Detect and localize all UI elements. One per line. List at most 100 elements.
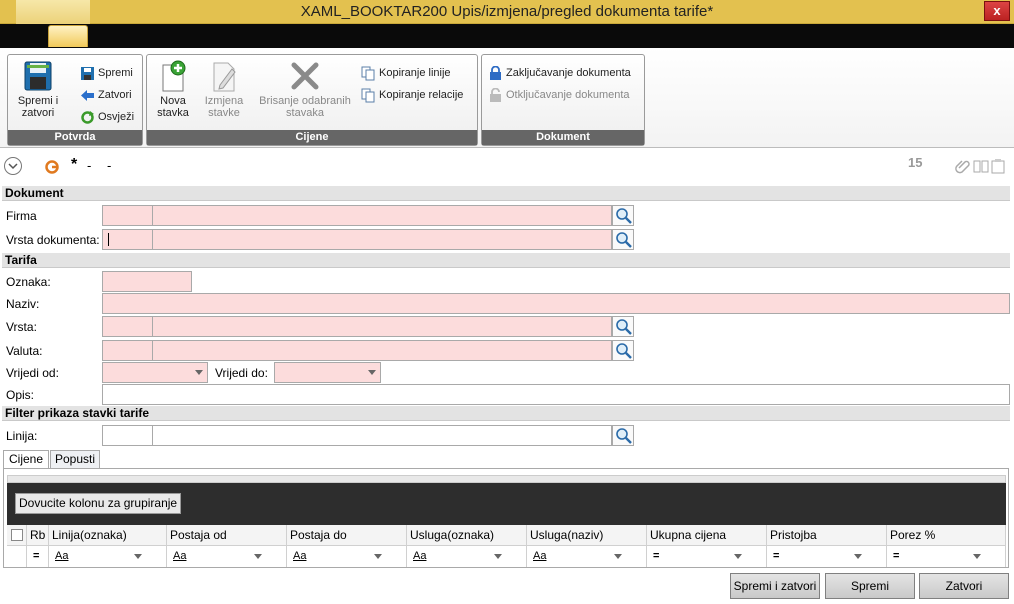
filter-porez[interactable]: =: [887, 546, 1006, 567]
vrsta-search-button[interactable]: [612, 316, 634, 337]
filter-operator: Aa: [533, 550, 547, 562]
save-close-ribbon-button[interactable]: Spremi i zatvori: [12, 59, 64, 119]
chevron-down-icon: [134, 554, 142, 559]
valuta-name-input[interactable]: [152, 340, 612, 361]
group-label-cijene: Cijene: [147, 130, 477, 145]
column-header-postaja-od[interactable]: Postaja od: [167, 525, 287, 546]
save-ribbon-button[interactable]: Spremi: [80, 65, 133, 83]
magnifier-icon: [616, 232, 632, 248]
vrsta-dokumenta-name-input[interactable]: [152, 229, 612, 250]
chevron-down-icon: [368, 370, 376, 375]
modified-star: *: [71, 156, 78, 173]
magnifier-icon: [616, 208, 632, 224]
chevron-down-icon: [973, 554, 981, 559]
refresh-icon: [80, 110, 95, 125]
ribbon-group-cijene: Nova stavka Izmjena stavke Brisanje odab…: [146, 54, 478, 146]
column-header-linija[interactable]: Linija(oznaka): [49, 525, 167, 546]
title-bar: XAML_BOOKTAR200 Upis/izmjena/pregled dok…: [0, 0, 1014, 24]
vrijedi-do-datepicker[interactable]: [274, 362, 381, 383]
lock-document-button[interactable]: Zaključavanje dokumenta: [488, 65, 631, 83]
linija-search-button[interactable]: [612, 425, 634, 446]
naziv-input[interactable]: [102, 293, 1010, 314]
grid-toolbar: [7, 475, 1006, 483]
vrijedi-od-datepicker[interactable]: [102, 362, 208, 383]
close-ribbon-button[interactable]: Zatvori: [80, 87, 132, 105]
footer-save-close-button[interactable]: Spremi i zatvori: [730, 573, 820, 599]
record-count: 15: [908, 155, 923, 170]
copy-icon: [361, 66, 376, 81]
status-dash-1: -: [87, 158, 92, 173]
filter-operator: =: [893, 550, 900, 562]
floppy-disk-icon: [22, 59, 54, 93]
vrsta-name-input[interactable]: [152, 316, 612, 337]
copy-line-button[interactable]: Kopiranje linije: [361, 65, 451, 83]
unlock-document-label: Otključavanje dokumenta: [506, 89, 630, 101]
refresh-ribbon-button[interactable]: Osvježi: [80, 109, 134, 127]
paperclip-icon[interactable]: [955, 158, 971, 174]
filter-usluga-oznaka[interactable]: Aa: [407, 546, 527, 567]
column-header-rb[interactable]: Rb: [27, 525, 49, 546]
history-refresh-icon[interactable]: [44, 159, 60, 175]
book-icon[interactable]: [973, 159, 989, 173]
collapse-chevron-icon[interactable]: [4, 157, 22, 175]
lock-document-label: Zaključavanje dokumenta: [506, 67, 631, 79]
clipboard-icon[interactable]: [991, 158, 1005, 174]
ribbon-group-dokument: Zaključavanje dokumenta Otključavanje do…: [481, 54, 645, 146]
vrsta-code-input[interactable]: [102, 316, 153, 337]
unlock-document-button[interactable]: Otključavanje dokumenta: [488, 87, 630, 105]
filter-ukupna-cijena[interactable]: =: [647, 546, 767, 567]
new-item-button[interactable]: Nova stavka: [151, 59, 195, 119]
group-drop-hint[interactable]: Dovucite kolonu za grupiranje: [15, 493, 182, 514]
oznaka-input[interactable]: [102, 271, 192, 292]
column-header-usluga-naziv[interactable]: Usluga(naziv): [527, 525, 647, 546]
filter-operator: =: [773, 550, 780, 562]
column-header-ukupna-cijena[interactable]: Ukupna cijena: [647, 525, 767, 546]
copy-line-label: Kopiranje linije: [379, 67, 451, 79]
new-document-icon: [157, 59, 189, 93]
chevron-down-icon: [494, 554, 502, 559]
prices-grid: Dovucite kolonu za grupiranje Rb Linija(…: [3, 468, 1009, 568]
chevron-down-icon: [374, 554, 382, 559]
select-all-checkbox[interactable]: [11, 529, 23, 541]
filter-postaja-do[interactable]: Aa: [287, 546, 407, 567]
edit-item-button[interactable]: Izmjena stavke: [199, 59, 249, 119]
delete-items-label: Brisanje odabranih stavaka: [259, 95, 351, 119]
refresh-label: Osvježi: [98, 111, 135, 123]
copy-relation-button[interactable]: Kopiranje relacije: [361, 87, 463, 105]
firma-code-input[interactable]: [102, 205, 153, 226]
footer-close-button[interactable]: Zatvori: [919, 573, 1009, 599]
chevron-down-icon: [854, 554, 862, 559]
linija-name-input[interactable]: [152, 425, 612, 446]
valuta-search-button[interactable]: [612, 340, 634, 361]
filter-row-spacer: [7, 546, 27, 567]
delete-items-button[interactable]: Brisanje odabranih stavaka: [253, 59, 357, 119]
arrow-left-icon: [80, 88, 95, 103]
vrsta-dokumenta-code-input[interactable]: [102, 229, 153, 250]
firma-search-button[interactable]: [612, 205, 634, 226]
save-icon: [80, 66, 95, 81]
ribbon-home-tab[interactable]: [48, 25, 88, 47]
tab-popusti[interactable]: Popusti: [50, 450, 100, 469]
vrsta-dokumenta-search-button[interactable]: [612, 229, 634, 250]
group-label-potvrda: Potvrda: [8, 130, 142, 145]
save-close-label: Spremi i zatvori: [17, 95, 59, 119]
window-close-button[interactable]: x: [984, 1, 1010, 21]
filter-rb[interactable]: =: [27, 546, 49, 567]
footer-save-button[interactable]: Spremi: [825, 573, 915, 599]
opis-input[interactable]: [102, 384, 1010, 405]
filter-postaja-od[interactable]: Aa: [167, 546, 287, 567]
chevron-down-icon: [195, 370, 203, 375]
column-header-usluga-oznaka[interactable]: Usluga(oznaka): [407, 525, 527, 546]
column-header-porez[interactable]: Porez %: [887, 525, 1006, 546]
copy-relation-label: Kopiranje relacije: [379, 89, 464, 101]
linija-code-input[interactable]: [102, 425, 153, 446]
valuta-code-input[interactable]: [102, 340, 153, 361]
window-title: XAML_BOOKTAR200 Upis/izmjena/pregled dok…: [300, 3, 714, 20]
firma-name-input[interactable]: [152, 205, 612, 226]
column-header-pristojba[interactable]: Pristojba: [767, 525, 887, 546]
column-header-postaja-do[interactable]: Postaja do: [287, 525, 407, 546]
filter-linija[interactable]: Aa: [49, 546, 167, 567]
filter-usluga-naziv[interactable]: Aa: [527, 546, 647, 567]
filter-pristojba[interactable]: =: [767, 546, 887, 567]
tab-cijene[interactable]: Cijene: [3, 450, 49, 469]
